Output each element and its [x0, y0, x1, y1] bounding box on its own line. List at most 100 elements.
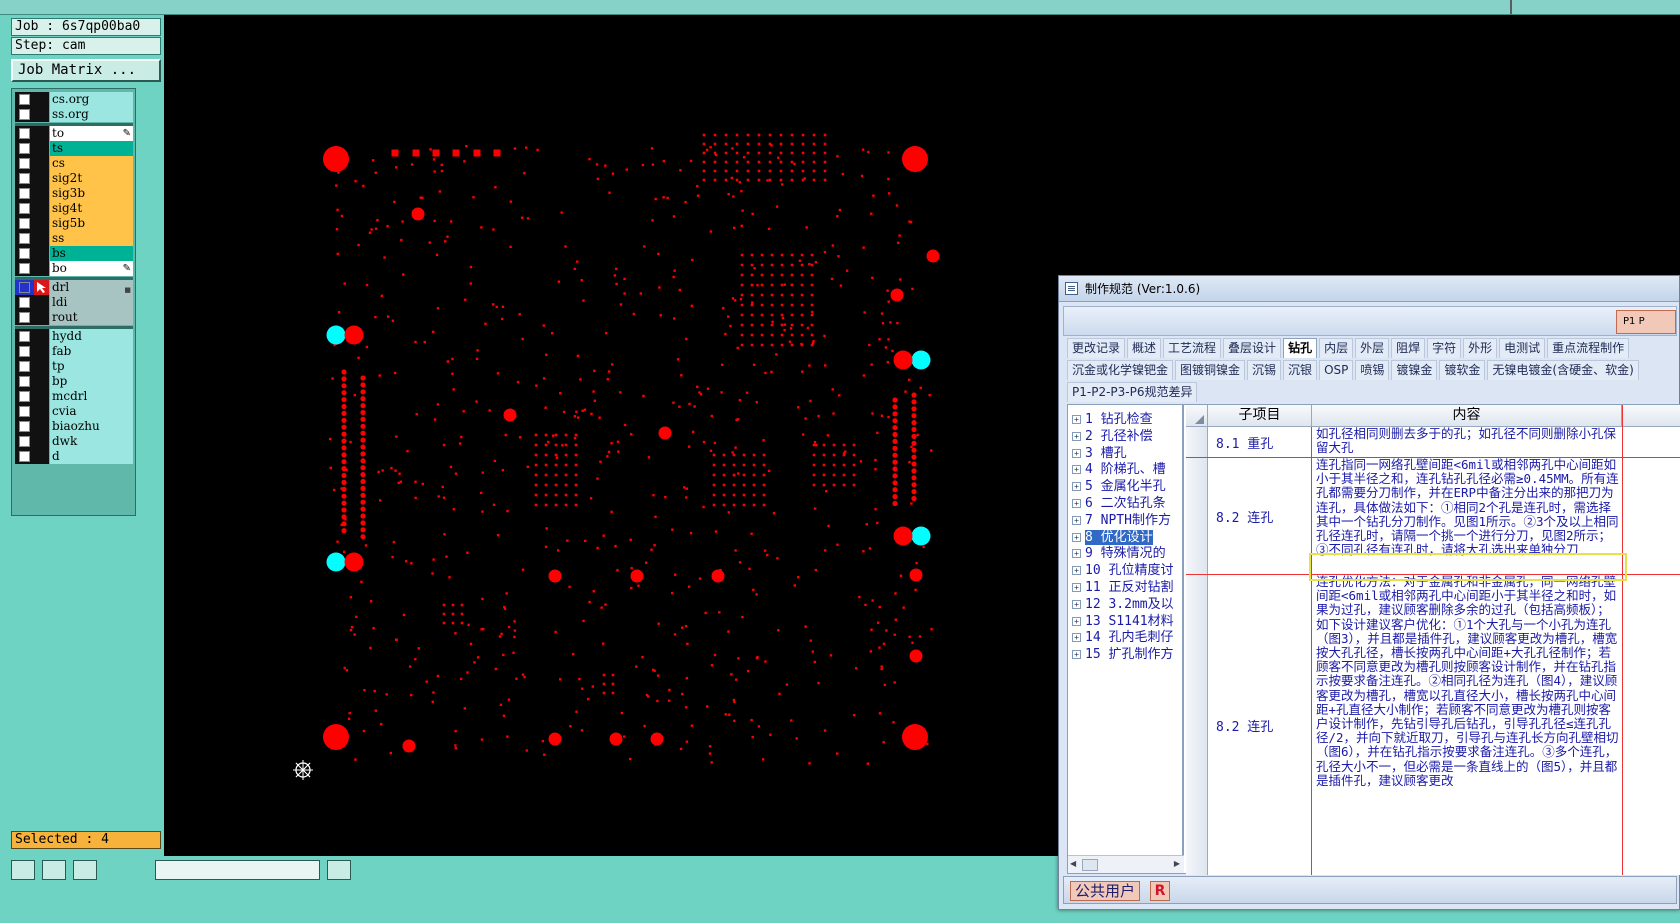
via-hole[interactable]	[402, 613, 406, 617]
via-hole[interactable]	[395, 435, 398, 438]
connector-hole[interactable]	[892, 425, 898, 431]
via-hole[interactable]	[604, 164, 607, 167]
layer-checkbox[interactable]	[15, 231, 34, 246]
connector-hole[interactable]	[360, 389, 366, 395]
via-hole[interactable]	[713, 169, 717, 173]
via-hole[interactable]	[591, 685, 594, 688]
via-hole[interactable]	[734, 678, 738, 681]
via-hole[interactable]	[823, 160, 827, 164]
via-hole[interactable]	[886, 361, 890, 364]
via-hole[interactable]	[588, 600, 591, 604]
via-hole[interactable]	[867, 150, 870, 154]
via-hole[interactable]	[838, 394, 841, 397]
via-hole[interactable]	[762, 493, 766, 497]
via-hole[interactable]	[762, 483, 766, 487]
via-hole[interactable]	[750, 303, 754, 307]
connector-hole[interactable]	[911, 461, 917, 467]
layer-row[interactable]: sig2t	[15, 171, 133, 186]
via-hole[interactable]	[355, 615, 358, 619]
via-hole[interactable]	[880, 414, 884, 417]
via-hole[interactable]	[544, 463, 548, 467]
layer-row[interactable]: cs.org	[15, 92, 133, 107]
via-hole[interactable]	[336, 208, 339, 212]
connector-hole[interactable]	[892, 466, 898, 472]
via-hole[interactable]	[353, 633, 356, 636]
connector-hole[interactable]	[911, 406, 917, 412]
via-hole[interactable]	[404, 560, 408, 563]
via-hole[interactable]	[712, 463, 716, 467]
via-hole[interactable]	[790, 343, 794, 347]
via-hole[interactable]	[876, 621, 880, 624]
via-hole[interactable]	[679, 747, 683, 751]
via-hole[interactable]	[363, 688, 366, 692]
drill-hole[interactable]	[344, 552, 364, 572]
via-hole[interactable]	[331, 377, 334, 380]
via-hole[interactable]	[891, 349, 894, 353]
toolbar-button[interactable]	[73, 860, 97, 880]
via-hole[interactable]	[650, 147, 654, 150]
connector-hole[interactable]	[341, 452, 347, 458]
via-hole[interactable]	[789, 327, 793, 330]
via-hole[interactable]	[899, 278, 902, 281]
via-hole[interactable]	[814, 568, 818, 572]
via-hole[interactable]	[496, 533, 500, 537]
layer-checkbox[interactable]	[15, 141, 34, 156]
via-hole[interactable]	[812, 160, 816, 164]
via-hole[interactable]	[576, 260, 579, 263]
via-hole[interactable]	[628, 757, 632, 761]
via-hole[interactable]	[768, 142, 772, 146]
via-hole[interactable]	[800, 313, 804, 317]
via-hole[interactable]	[790, 303, 794, 307]
layer-row[interactable]: rout	[15, 310, 133, 325]
via-hole[interactable]	[448, 576, 451, 579]
via-hole[interactable]	[582, 299, 585, 302]
via-hole[interactable]	[896, 321, 899, 325]
pad[interactable]	[391, 149, 399, 157]
via-hole[interactable]	[750, 293, 754, 297]
via-hole[interactable]	[446, 235, 449, 238]
connector-hole[interactable]	[360, 520, 366, 526]
via-hole[interactable]	[562, 410, 566, 414]
via-hole[interactable]	[690, 724, 694, 727]
via-hole[interactable]	[523, 675, 526, 679]
via-hole[interactable]	[750, 313, 754, 317]
via-hole[interactable]	[720, 391, 723, 394]
expand-icon[interactable]: +	[1072, 566, 1081, 576]
via-hole[interactable]	[494, 186, 497, 189]
via-hole[interactable]	[713, 178, 717, 182]
via-hole[interactable]	[740, 224, 743, 228]
via-hole[interactable]	[513, 629, 517, 632]
via-hole[interactable]	[632, 312, 636, 316]
via-hole[interactable]	[733, 299, 737, 302]
via-hole[interactable]	[838, 208, 842, 212]
checkbox-square[interactable]	[19, 109, 30, 120]
connector-hole[interactable]	[341, 528, 347, 534]
via-hole[interactable]	[442, 621, 446, 625]
via-hole[interactable]	[797, 576, 800, 579]
via-hole[interactable]	[647, 456, 651, 459]
via-hole[interactable]	[874, 507, 877, 511]
layer-checkbox[interactable]	[15, 419, 34, 434]
via-hole[interactable]	[668, 688, 671, 692]
via-hole[interactable]	[551, 434, 555, 437]
via-hole[interactable]	[790, 283, 794, 287]
tooling-hole[interactable]	[503, 408, 517, 422]
via-hole[interactable]	[832, 443, 836, 447]
via-hole[interactable]	[764, 371, 767, 375]
via-hole[interactable]	[801, 370, 804, 373]
via-hole[interactable]	[713, 653, 717, 657]
via-hole[interactable]	[762, 473, 766, 477]
via-hole[interactable]	[693, 405, 696, 408]
via-hole[interactable]	[492, 303, 495, 306]
tooling-hole[interactable]	[609, 732, 623, 746]
via-hole[interactable]	[689, 159, 693, 163]
via-hole[interactable]	[770, 303, 774, 307]
via-hole[interactable]	[443, 533, 446, 536]
via-hole[interactable]	[741, 209, 744, 212]
via-hole[interactable]	[696, 194, 700, 197]
pad[interactable]	[473, 149, 481, 157]
via-hole[interactable]	[926, 742, 929, 746]
layer-name[interactable]: bs	[50, 246, 133, 261]
via-hole[interactable]	[771, 320, 774, 324]
via-hole[interactable]	[593, 399, 597, 402]
